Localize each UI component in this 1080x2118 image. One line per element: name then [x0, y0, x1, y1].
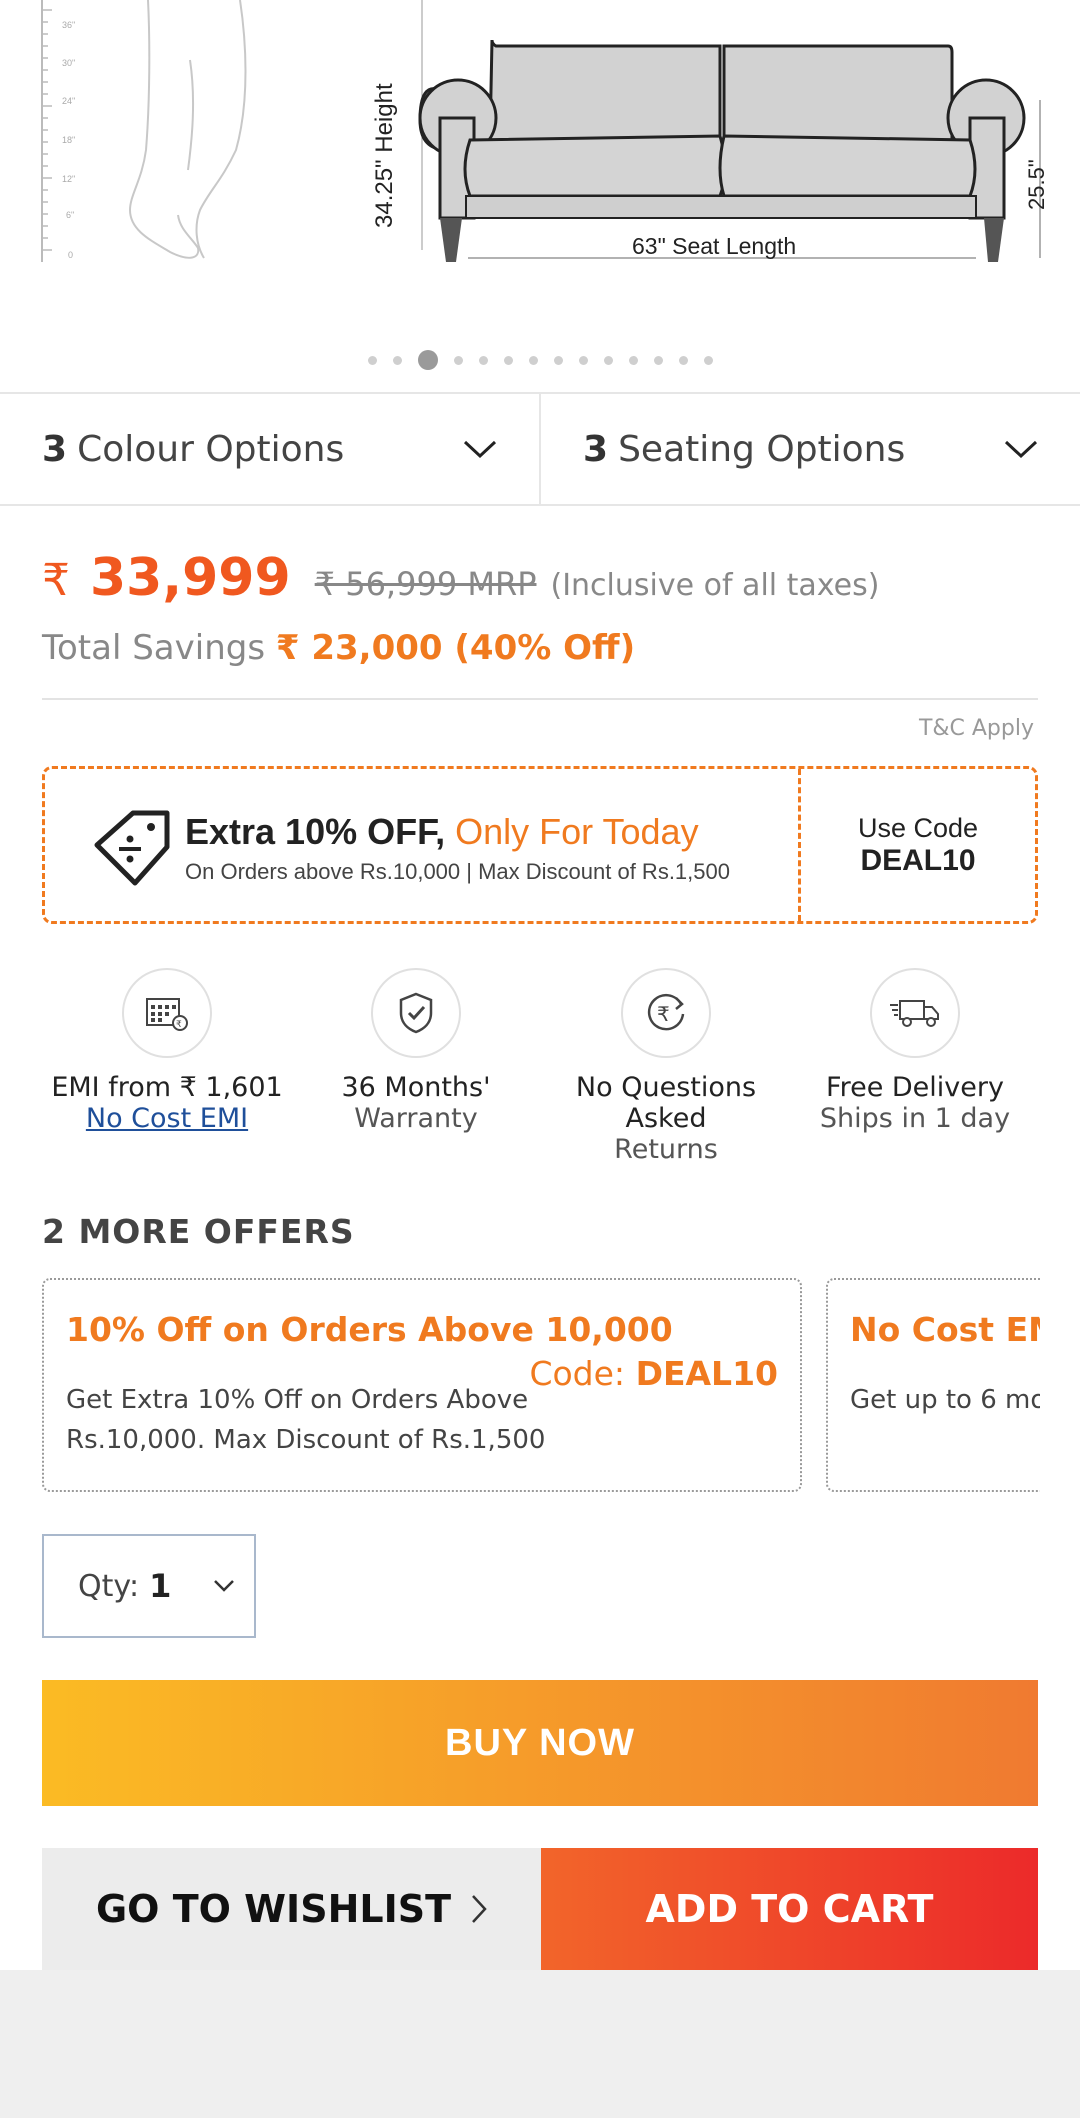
carousel-dot[interactable]	[478, 355, 488, 365]
offer-card[interactable]: 10% Off on Orders Above 10,000 Code: DEA…	[42, 1278, 802, 1492]
sale-price: 33,999	[90, 548, 291, 608]
returns-label: Returns	[614, 1134, 718, 1165]
offer-card[interactable]: No Cost EMI Get up to 6 mo	[826, 1278, 1040, 1492]
price-row: ₹ 33,999 ₹ 56,999 MRP (Inclusive of all …	[42, 548, 879, 608]
feature-returns: ₹ No Questions Asked Returns	[541, 968, 791, 1165]
carousel-dot[interactable]	[503, 355, 513, 365]
seating-options-dropdown[interactable]: 3 Seating Options	[539, 394, 1080, 504]
offer-code: Code: DEAL10	[529, 1354, 778, 1393]
total-savings: Total Savings ₹ 23,000 (40% Off)	[42, 628, 635, 668]
colour-options-count: 3	[42, 428, 68, 470]
product-image-carousel[interactable]: 36" 30" 24" 18" 12" 6" 0 34.25" Height 6…	[0, 0, 1080, 392]
warranty-months: 36 Months'	[341, 1072, 491, 1103]
chevron-right-icon	[472, 1895, 487, 1923]
ruler-tick: 18"	[62, 135, 75, 145]
chevron-down-icon	[214, 1580, 235, 1592]
option-selectors: 3 Colour Options 3 Seating Options	[0, 392, 1080, 506]
divider	[42, 698, 1038, 700]
savings-label: Total Savings	[42, 628, 266, 668]
offer-title: 10% Off on Orders Above 10,000	[66, 1310, 673, 1349]
svg-text:₹: ₹	[176, 1020, 182, 1030]
currency-symbol: ₹	[42, 555, 70, 606]
ruler-tick: 24"	[62, 96, 75, 106]
ruler-tick: 12"	[62, 174, 75, 184]
carousel-dot[interactable]	[603, 355, 613, 365]
offer-description: Get Extra 10% Off on Orders Above Rs.10,…	[66, 1385, 546, 1455]
free-delivery-text: Free Delivery	[826, 1072, 1004, 1103]
colour-options-text: 3 Colour Options	[42, 429, 344, 470]
quantity-selector[interactable]: Qty: 1	[42, 1534, 256, 1638]
feature-warranty: 36 Months' Warranty	[291, 968, 541, 1134]
colour-options-dropdown[interactable]: 3 Colour Options	[0, 394, 539, 504]
discount-tag-icon	[94, 810, 170, 886]
colour-options-label: Colour Options	[77, 428, 345, 470]
ships-in-text: Ships in 1 day	[819, 1103, 1011, 1134]
product-page: 36" 30" 24" 18" 12" 6" 0 34.25" Height 6…	[0, 0, 1080, 1970]
qty-label: Qty:	[78, 1568, 140, 1604]
carousel-dot[interactable]	[553, 355, 563, 365]
coupon-title-highlight: Only For Today	[455, 811, 699, 852]
feature-emi[interactable]: ₹ EMI from ₹ 1,601 No Cost EMI	[42, 968, 292, 1134]
seat-height-label: 25.5"	[1024, 159, 1049, 210]
ruler-tick: 6"	[66, 210, 74, 220]
ruler-tick: 0	[68, 250, 73, 260]
person-silhouette	[128, 0, 247, 259]
carousel-dot[interactable]	[417, 350, 438, 370]
go-to-wishlist-button[interactable]: GO TO WISHLIST	[42, 1848, 541, 1970]
offer-description: Get up to 6 mo	[850, 1385, 1040, 1415]
coupon-code-label: Use Code	[857, 812, 979, 843]
coupon-code-box[interactable]: Use Code DEAL10	[801, 769, 1035, 921]
more-offers-heading: 2 MORE OFFERS	[42, 1212, 355, 1251]
seating-options-label: Seating Options	[618, 428, 906, 470]
coupon-code: DEAL10	[860, 843, 976, 877]
svg-text:₹: ₹	[657, 1002, 670, 1026]
coupon-subtitle: On Orders above Rs.10,000 | Max Discount…	[185, 859, 730, 884]
feature-delivery: Free Delivery Ships in 1 day	[790, 968, 1040, 1134]
warranty-shield-icon	[371, 968, 461, 1058]
coupon-title: Extra 10% OFF, Only For Today	[185, 811, 699, 853]
carousel-dot[interactable]	[653, 355, 663, 365]
offer-title: No Cost EMI	[850, 1310, 1040, 1349]
height-dimension-label: 34.25" Height	[371, 83, 398, 228]
savings-value: ₹ 23,000 (40% Off)	[275, 628, 636, 668]
ruler-tick: 30"	[62, 58, 75, 68]
mrp-price: ₹ 56,999 MRP	[314, 565, 537, 603]
tnc-link[interactable]: T&C Apply	[919, 716, 1034, 741]
sofa-dimension-image: 36" 30" 24" 18" 12" 6" 0 34.25" Height 6…	[41, 0, 1049, 262]
returns-line1: No Questions	[575, 1072, 757, 1103]
chevron-down-icon	[463, 440, 497, 459]
carousel-dot[interactable]	[578, 355, 588, 365]
sofa-drawing	[418, 39, 1026, 262]
ruler-tick: 36"	[62, 20, 75, 30]
add-to-cart-button[interactable]: ADD TO CART	[541, 1848, 1038, 1970]
carousel-dot[interactable]	[528, 355, 538, 365]
buy-now-button[interactable]: BUY NOW	[42, 1680, 1038, 1806]
seating-options-count: 3	[583, 428, 609, 470]
offer-card-peek-clip: No Cost EMI Get up to 6 mo	[826, 1270, 1040, 1500]
chevron-down-icon	[1004, 440, 1038, 459]
carousel-dot[interactable]	[703, 355, 713, 365]
emi-from-text: EMI from ₹ 1,601	[51, 1072, 283, 1103]
carousel-dot[interactable]	[453, 355, 463, 365]
delivery-truck-icon	[870, 968, 960, 1058]
wishlist-label: GO TO WISHLIST	[95, 1887, 452, 1931]
coupon-banner[interactable]: Extra 10% OFF, Only For Today On Orders …	[42, 766, 1038, 924]
emi-calendar-icon: ₹	[122, 968, 212, 1058]
tax-note: (Inclusive of all taxes)	[550, 568, 880, 603]
returns-line1b: Asked	[625, 1103, 707, 1134]
carousel-dots[interactable]	[0, 350, 1080, 370]
carousel-dot[interactable]	[678, 355, 688, 365]
carousel-dot[interactable]	[367, 355, 377, 365]
seating-options-text: 3 Seating Options	[583, 429, 905, 470]
warranty-label: Warranty	[354, 1103, 478, 1134]
returns-rupee-icon: ₹	[621, 968, 711, 1058]
offer-code-value: DEAL10	[635, 1354, 778, 1393]
carousel-dot[interactable]	[392, 355, 402, 365]
coupon-title-bold: Extra 10% OFF,	[185, 811, 446, 852]
no-cost-emi-link[interactable]: No Cost EMI	[42, 1103, 292, 1134]
seat-length-label: 63" Seat Length	[632, 233, 796, 259]
carousel-dot[interactable]	[628, 355, 638, 365]
qty-value: 1	[149, 1567, 172, 1605]
